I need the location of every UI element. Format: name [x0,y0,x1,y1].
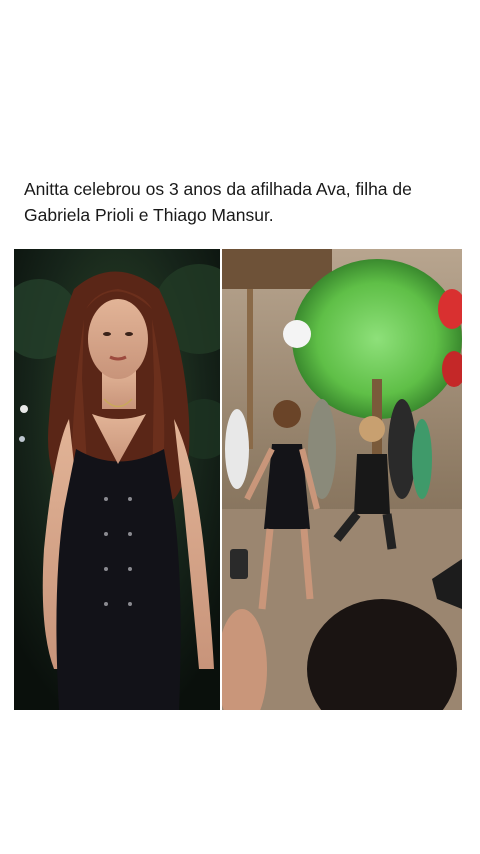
portrait-photo-image [14,249,220,710]
post-caption: Anitta celebrou os 3 anos da afilhada Av… [24,179,412,225]
party-dance-photo[interactable] [222,249,462,710]
portrait-photo[interactable] [14,249,220,710]
party-dance-photo-image [222,249,462,710]
